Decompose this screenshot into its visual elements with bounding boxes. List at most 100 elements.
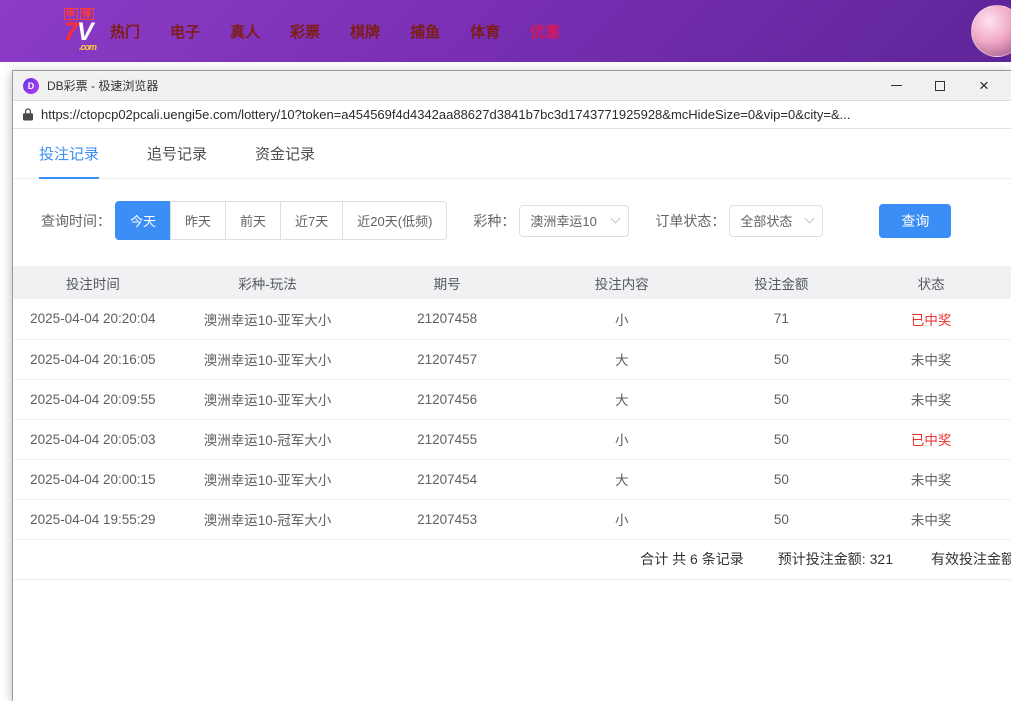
lottery-select-label: 彩种： <box>473 211 515 231</box>
nav-item-hot[interactable]: 热门 <box>110 21 140 42</box>
cell-game-play: 澳洲幸运10-亚军大小 <box>173 299 363 339</box>
header-bet-amount: 投注金额 <box>712 266 852 299</box>
cell-status: 未中奖 <box>851 339 1011 379</box>
cell-issue-number: 21207455 <box>362 419 532 459</box>
cell-bet-time: 2025-04-04 20:16:05 <box>13 339 173 379</box>
time-filter-group: 今天 昨天 前天 近7天 近20天(低频) <box>115 201 447 240</box>
cell-status: 已中奖 <box>851 419 1011 459</box>
time-filter-today[interactable]: 今天 <box>115 201 171 240</box>
table-summary: 合计 共 6 条记录 预计投注金额:321 有效投注金额 <box>13 540 1011 580</box>
nav-item-lottery[interactable]: 彩票 <box>290 21 320 42</box>
cell-issue-number: 21207453 <box>362 499 532 539</box>
summary-estimated-amount: 预计投注金额:321 <box>778 549 897 569</box>
maximize-icon <box>935 81 945 91</box>
summary-valid-amount: 有效投注金额 <box>931 549 1011 569</box>
table-row: 2025-04-04 20:00:15 澳洲幸运10-亚军大小 21207454… <box>13 459 1011 499</box>
lottery-select-value: 澳洲幸运10 <box>530 211 596 230</box>
close-icon: × <box>979 79 989 93</box>
status-badge: 已中奖 <box>911 433 952 448</box>
close-button[interactable]: × <box>977 79 991 93</box>
status-badge: 未中奖 <box>911 513 952 528</box>
cell-game-play: 澳洲幸运10-亚军大小 <box>173 339 363 379</box>
filter-bar: 查询时间： 今天 昨天 前天 近7天 近20天(低频) 彩种： 澳洲幸运10 订… <box>13 179 1011 258</box>
table-row: 2025-04-04 20:09:55 澳洲幸运10-亚军大小 21207456… <box>13 379 1011 419</box>
cell-status: 未中奖 <box>851 459 1011 499</box>
browser-window: D DB彩票 - 极速浏览器 × https://ctopcp02pcali.u… <box>12 70 1011 701</box>
cell-status: 未中奖 <box>851 379 1011 419</box>
table-row: 2025-04-04 20:05:03 澳洲幸运10-冠军大小 21207455… <box>13 419 1011 459</box>
status-badge: 已中奖 <box>911 313 952 328</box>
minimize-button[interactable] <box>889 79 903 93</box>
site-header: 申博 7V .com 热门 电子 真人 彩票 棋牌 捕鱼 体育 优惠 <box>0 0 1011 62</box>
cell-bet-content: 大 <box>532 379 712 419</box>
tab-fund-records[interactable]: 资金记录 <box>255 129 315 179</box>
lottery-select[interactable]: 澳洲幸运10 <box>519 205 629 237</box>
header-game-play: 彩种-玩法 <box>173 266 363 299</box>
nav-item-board-games[interactable]: 棋牌 <box>350 21 380 42</box>
order-status-value: 全部状态 <box>740 211 792 230</box>
order-status-select[interactable]: 全部状态 <box>729 205 823 237</box>
table-row: 2025-04-04 20:20:04 澳洲幸运10-亚军大小 21207458… <box>13 299 1011 339</box>
table-header-row: 投注时间 彩种-玩法 期号 投注内容 投注金额 状态 <box>13 266 1011 299</box>
header-issue-number: 期号 <box>362 266 532 299</box>
cell-issue-number: 21207454 <box>362 459 532 499</box>
chevron-down-icon <box>805 214 815 224</box>
cell-bet-amount: 50 <box>712 339 852 379</box>
avatar[interactable] <box>971 5 1011 57</box>
time-filter-yesterday[interactable]: 昨天 <box>170 201 226 240</box>
maximize-button[interactable] <box>933 79 947 93</box>
status-badge: 未中奖 <box>911 393 952 408</box>
window-title: DB彩票 - 极速浏览器 <box>47 77 158 94</box>
cell-issue-number: 21207456 <box>362 379 532 419</box>
header-bet-content: 投注内容 <box>532 266 712 299</box>
cell-game-play: 澳洲幸运10-冠军大小 <box>173 499 363 539</box>
cell-bet-content: 小 <box>532 299 712 339</box>
cell-bet-time: 2025-04-04 20:20:04 <box>13 299 173 339</box>
cell-bet-content: 小 <box>532 419 712 459</box>
nav-item-sports[interactable]: 体育 <box>470 21 500 42</box>
cell-bet-amount: 50 <box>712 419 852 459</box>
logo-main-text: 7V .com <box>64 20 96 52</box>
cell-bet-time: 2025-04-04 20:00:15 <box>13 459 173 499</box>
table-row: 2025-04-04 19:55:29 澳洲幸运10-冠军大小 21207453… <box>13 499 1011 539</box>
nav-item-slots[interactable]: 电子 <box>170 21 200 42</box>
cell-status: 已中奖 <box>851 299 1011 339</box>
record-tabs: 投注记录 追号记录 资金记录 <box>13 129 1011 179</box>
cell-bet-amount: 50 <box>712 379 852 419</box>
browser-app-icon: D <box>23 78 39 94</box>
cell-game-play: 澳洲幸运10-冠军大小 <box>173 419 363 459</box>
nav-item-fishing[interactable]: 捕鱼 <box>410 21 440 42</box>
search-button[interactable]: 查询 <box>879 204 951 238</box>
cell-bet-amount: 50 <box>712 499 852 539</box>
address-bar[interactable]: https://ctopcp02pcali.uengi5e.com/lotter… <box>13 101 1011 129</box>
header-bet-time: 投注时间 <box>13 266 173 299</box>
cell-bet-time: 2025-04-04 20:09:55 <box>13 379 173 419</box>
tab-chase-records[interactable]: 追号记录 <box>147 129 207 179</box>
time-filter-label: 查询时间： <box>41 211 111 231</box>
time-filter-20days-low-freq[interactable]: 近20天(低频) <box>342 201 447 240</box>
cell-status: 未中奖 <box>851 499 1011 539</box>
order-status-label: 订单状态： <box>655 211 725 231</box>
site-nav: 热门 电子 真人 彩票 棋牌 捕鱼 体育 优惠 <box>110 21 560 42</box>
cell-bet-content: 小 <box>532 499 712 539</box>
time-filter-day-before[interactable]: 前天 <box>225 201 281 240</box>
time-filter-7days[interactable]: 近7天 <box>280 201 343 240</box>
header-status: 状态 <box>851 266 1011 299</box>
cell-game-play: 澳洲幸运10-亚军大小 <box>173 459 363 499</box>
nav-item-promotions[interactable]: 优惠 <box>530 21 560 42</box>
minimize-icon <box>891 85 902 86</box>
summary-total: 合计 共 6 条记录 <box>640 549 743 569</box>
window-controls: × <box>889 79 1001 93</box>
table-row: 2025-04-04 20:16:05 澳洲幸运10-亚军大小 21207457… <box>13 339 1011 379</box>
lock-icon <box>23 108 33 121</box>
cell-issue-number: 21207457 <box>362 339 532 379</box>
cell-issue-number: 21207458 <box>362 299 532 339</box>
status-badge: 未中奖 <box>911 473 952 488</box>
url-text: https://ctopcp02pcali.uengi5e.com/lotter… <box>41 107 851 122</box>
cell-game-play: 澳洲幸运10-亚军大小 <box>173 379 363 419</box>
nav-item-live[interactable]: 真人 <box>230 21 260 42</box>
chevron-down-icon <box>611 214 621 224</box>
site-logo[interactable]: 申博 7V .com <box>64 10 96 52</box>
cell-bet-content: 大 <box>532 459 712 499</box>
tab-bet-records[interactable]: 投注记录 <box>39 129 99 179</box>
